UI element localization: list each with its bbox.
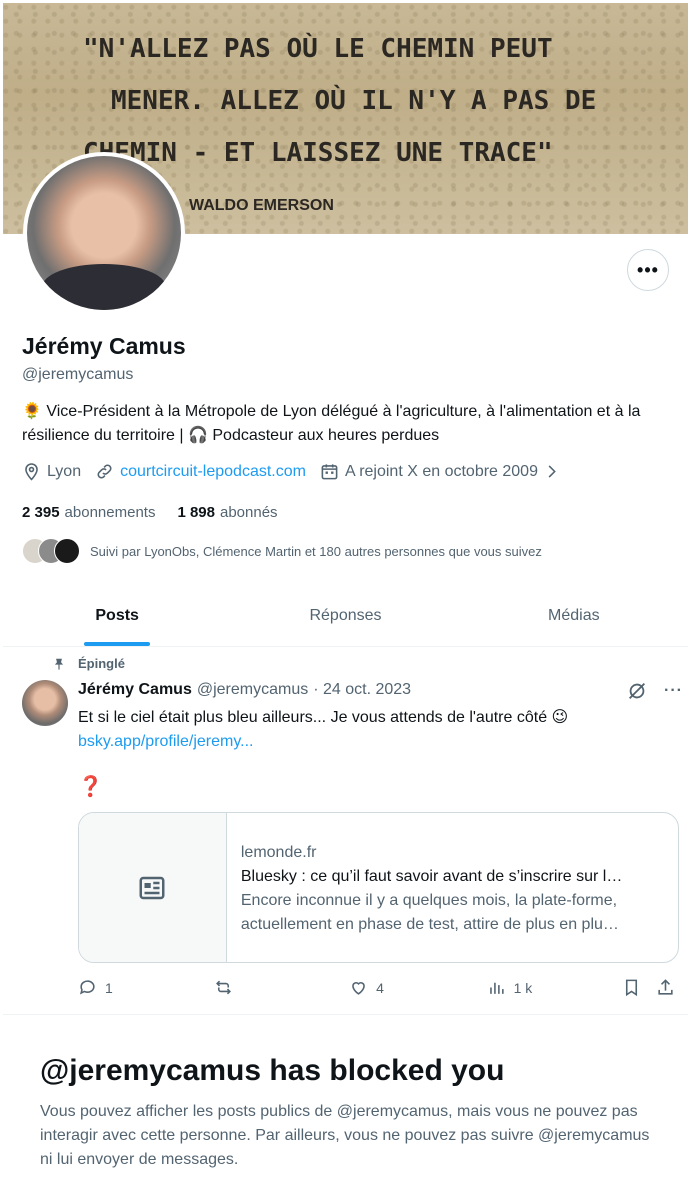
following-label: abonnements [64,504,156,521]
question-emoji: ❓ [78,776,103,798]
avatar-shirt [42,263,166,310]
card-domain: lemonde.fr [240,844,317,861]
post-author-handle[interactable]: @jeremycamus [197,681,308,699]
post-link[interactable]: bsky.app/profile/jeremy... [78,730,673,754]
profile-bio: 🌻 Vice-Président à la Métropole de Lyon … [22,403,641,444]
follower-avatar [54,538,80,564]
post-author-name[interactable]: Jérémy Camus [78,681,192,699]
views-count: 1 k [513,979,533,996]
banner-quote: "N'ALLEZ PAS OÙ LE CHEMIN PEUT MENER. ALL… [83,23,673,179]
repost-icon [215,980,231,995]
profile-tabs: Posts Réponses Médias [3,586,688,647]
post-more-icon[interactable]: ··· [664,682,683,700]
banner-quote-line-1: "N'ALLEZ PAS OÙ LE CHEMIN PEUT [83,34,553,64]
banner-quote-author: WALDO EMERSON [189,197,334,214]
pin-icon [54,658,64,670]
profile-handle: @jeremycamus [22,366,134,383]
avatar-image [27,156,181,310]
more-options-button[interactable]: ••• [627,249,669,291]
card-thumbnail [79,813,227,962]
followers-stat[interactable]: 1 898 abonnés [177,504,277,521]
post-date[interactable]: · 24 oct. 2023 [313,681,411,699]
grok-icon[interactable] [626,680,648,702]
tab-label: Réponses [309,607,382,624]
profile-stats: 2 395 abonnements 1 898 abonnés [22,504,300,521]
profile-location: Lyon [22,462,81,481]
article-icon [139,876,165,899]
tab-label: Médias [548,607,600,624]
post-author-avatar[interactable] [22,680,68,726]
following-count: 2 395 [22,504,60,521]
location-icon [25,463,38,481]
card-description: Encore inconnue il y a quelques mois, la… [240,892,619,933]
card-title: Bluesky : ce qu’il faut savoir avant de … [240,868,623,885]
pinned-indicator: Épinglé [52,656,125,671]
reply-icon [79,980,95,995]
post-header: Jérémy Camus @jeremycamus · 24 oct. 2023 [78,681,411,699]
banner-quote-line-3: CHEMIN - ET LAISSEZ UNE TRACE" [83,138,553,168]
followers-label: abonnés [220,504,278,521]
bookmark-icon [626,979,638,997]
like-button[interactable]: 4 [349,978,487,997]
blocked-title: @jeremycamus has blocked you [40,1054,505,1087]
active-tab-indicator [84,642,151,646]
profile-website[interactable]: courtcircuit-lepodcast.com [95,462,306,481]
post-body: Et si le ciel était plus bleu ailleurs..… [78,709,569,726]
tab-media[interactable]: Médias [460,586,688,646]
like-count: 4 [376,979,384,996]
bookmark-button[interactable] [622,978,656,997]
post-actions: 1 4 1 k [78,978,683,997]
followed-by-text: Suivi par LyonObs, Clémence Martin et 18… [90,543,542,559]
repost-button[interactable] [214,978,350,997]
tab-posts[interactable]: Posts [3,586,231,646]
followers-count: 1 898 [177,504,215,521]
link-preview-card[interactable]: lemonde.fr Bluesky : ce qu’il faut savoi… [78,812,679,963]
blocked-message: Vous pouvez afficher les posts publics d… [40,1103,650,1168]
following-stat[interactable]: 2 395 abonnements [22,504,155,521]
card-body: lemonde.fr Bluesky : ce qu’il faut savoi… [227,813,678,962]
followed-by[interactable]: Suivi par LyonObs, Clémence Martin et 18… [22,538,542,564]
tab-label: Posts [95,607,139,624]
profile-joined[interactable]: A rejoint X en octobre 2009 [320,462,561,481]
calendar-icon [321,464,338,480]
chevron-right-icon [548,465,556,478]
banner-quote-line-2: MENER. ALLEZ OÙ IL N'Y A PAS DE [111,86,597,116]
joined-label: A rejoint X en octobre 2009 [344,462,538,480]
more-dots-icon: ••• [637,259,659,280]
reply-count: 1 [105,979,113,996]
share-icon [658,979,673,995]
website-link[interactable]: courtcircuit-lepodcast.com [120,463,306,481]
section-divider [3,1014,688,1015]
link-icon [97,464,112,479]
views-icon [489,982,504,994]
views-button[interactable]: 1 k [487,978,623,997]
reply-button[interactable]: 1 [78,978,214,997]
post-top-actions: ··· [626,680,683,702]
post-text: Et si le ciel était plus bleu ailleurs..… [78,706,673,754]
profile-name: Jérémy Camus [22,333,186,359]
share-button[interactable] [656,978,683,997]
tab-replies[interactable]: Réponses [231,586,459,646]
pinned-label: Épinglé [78,656,125,671]
follower-avatars [22,538,80,564]
profile-avatar[interactable] [23,152,185,314]
location-label: Lyon [47,462,82,480]
heart-icon [352,982,365,995]
profile-meta: Lyon courtcircuit-lepodcast.com A rejoin… [22,462,575,481]
